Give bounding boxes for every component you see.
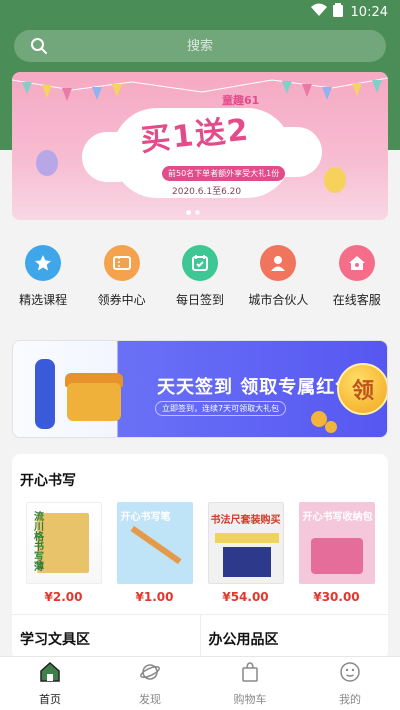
treasure-chest-illustration <box>67 383 121 421</box>
package-illustration <box>222 547 271 577</box>
status-bar: 10:24 <box>0 0 400 24</box>
person-illustration <box>35 359 55 429</box>
quick-nav-item-support[interactable]: 在线客服 <box>318 245 396 325</box>
quick-nav-label: 精选课程 <box>19 293 68 307</box>
quick-nav-label: 城市合伙人 <box>248 293 309 307</box>
face-icon <box>339 661 361 687</box>
wifi-icon <box>310 3 327 21</box>
product-card[interactable]: 流川格书写薄 ¥2.00 <box>22 502 106 604</box>
bottom-tab-bar: 首页 发现 购物车 我的 <box>0 656 400 710</box>
tab-cart[interactable]: 购物车 <box>200 657 300 710</box>
shopping-bag-icon <box>239 661 261 687</box>
banner-cloud <box>82 132 142 182</box>
quick-nav-item-coupons[interactable]: 领券中心 <box>83 245 161 325</box>
planet-icon <box>139 661 161 687</box>
carousel-indicator <box>186 210 200 215</box>
product-price: ¥30.00 <box>313 590 360 604</box>
tab-label: 首页 <box>39 692 61 706</box>
quick-nav-label: 每日签到 <box>175 293 224 307</box>
coin-decoration <box>325 421 337 433</box>
status-time: 10:24 <box>350 4 388 20</box>
product-price: ¥54.00 <box>222 590 269 604</box>
product-price: ¥1.00 <box>135 590 174 604</box>
book-illustration <box>36 513 89 573</box>
product-image: 开心书写收纳包 <box>298 502 375 584</box>
quick-nav-item-partner[interactable]: 城市合伙人 <box>239 245 317 325</box>
quick-nav-label: 在线客服 <box>332 293 381 307</box>
tab-home[interactable]: 首页 <box>0 657 100 710</box>
search-icon <box>30 37 48 59</box>
quick-nav-item-checkin[interactable]: 每日签到 <box>161 245 239 325</box>
sub-section-office[interactable]: 办公用品区 <box>201 615 389 659</box>
product-image-text: 流川格书写薄 <box>31 511 43 571</box>
promo-title: 天天签到 领取专属红包 <box>157 377 355 398</box>
balloon-decoration <box>324 167 346 193</box>
bunting-decoration <box>12 77 388 101</box>
tab-label: 我的 <box>339 692 361 706</box>
tab-profile[interactable]: 我的 <box>300 657 400 710</box>
coupon-icon <box>103 245 140 281</box>
sub-section-row: 学习文具区 办公用品区 <box>12 615 388 659</box>
home-chat-icon <box>338 245 375 281</box>
product-card[interactable]: 开心书写收纳包 ¥30.00 <box>295 502 379 604</box>
checkin-promo-banner[interactable]: 天天签到 领取专属红包 立即签到，连续7天可领取大礼包 领 <box>12 340 388 438</box>
quick-nav-item-courses[interactable]: 精选课程 <box>4 245 82 325</box>
product-image-text: 开心书写笔 <box>120 512 171 523</box>
product-section: 开心书写 流川格书写薄 ¥2.00 开心书写笔 ¥1.00 书法尺套装购买 ¥5… <box>12 454 388 659</box>
search-bar[interactable] <box>14 30 386 62</box>
product-card[interactable]: 书法尺套装购买 ¥54.00 <box>204 502 288 604</box>
quick-nav-grid: 精选课程 领券中心 每日签到 城市合伙人 在线客服 <box>0 245 400 325</box>
person-icon <box>260 245 297 281</box>
bag-illustration <box>310 538 363 574</box>
product-image: 书法尺套装购买 <box>207 502 284 584</box>
tab-discover[interactable]: 发现 <box>100 657 200 710</box>
carousel-dot <box>195 210 200 215</box>
balloon-decoration <box>36 150 58 176</box>
product-price: ¥2.00 <box>44 590 83 604</box>
promo-subtitle: 立即签到，连续7天可领取大礼包 <box>155 401 287 416</box>
home-icon <box>39 661 61 687</box>
calendar-check-icon <box>181 245 218 281</box>
section-title: 开心书写 <box>20 473 76 489</box>
tab-label: 发现 <box>139 692 161 706</box>
tab-label: 购物车 <box>233 692 267 706</box>
battery-icon <box>332 3 343 21</box>
claim-button[interactable]: 领 <box>337 363 387 415</box>
product-image: 流川格书写薄 <box>25 502 102 584</box>
carousel-dot <box>186 210 191 215</box>
banner-subtitle: 前50名下单者额外享受大礼1份 <box>162 166 286 181</box>
ruler-illustration <box>214 533 279 543</box>
pen-illustration <box>130 525 181 565</box>
product-image: 开心书写笔 <box>116 502 193 584</box>
search-input[interactable] <box>14 30 386 62</box>
product-list: 流川格书写薄 ¥2.00 开心书写笔 ¥1.00 书法尺套装购买 ¥54.00 … <box>12 502 388 604</box>
product-image-text: 书法尺套装购买 <box>210 515 281 526</box>
product-image-text: 开心书写收纳包 <box>302 512 373 523</box>
sub-section-stationery[interactable]: 学习文具区 <box>12 615 201 659</box>
star-icon <box>25 245 62 281</box>
banner-date: 2020.6.1至6.20 <box>172 187 242 197</box>
quick-nav-label: 领券中心 <box>97 293 146 307</box>
product-card[interactable]: 开心书写笔 ¥1.00 <box>113 502 197 604</box>
promo-banner[interactable]: 童趣61 买1送2 前50名下单者额外享受大礼1份 2020.6.1至6.20 <box>12 72 388 220</box>
